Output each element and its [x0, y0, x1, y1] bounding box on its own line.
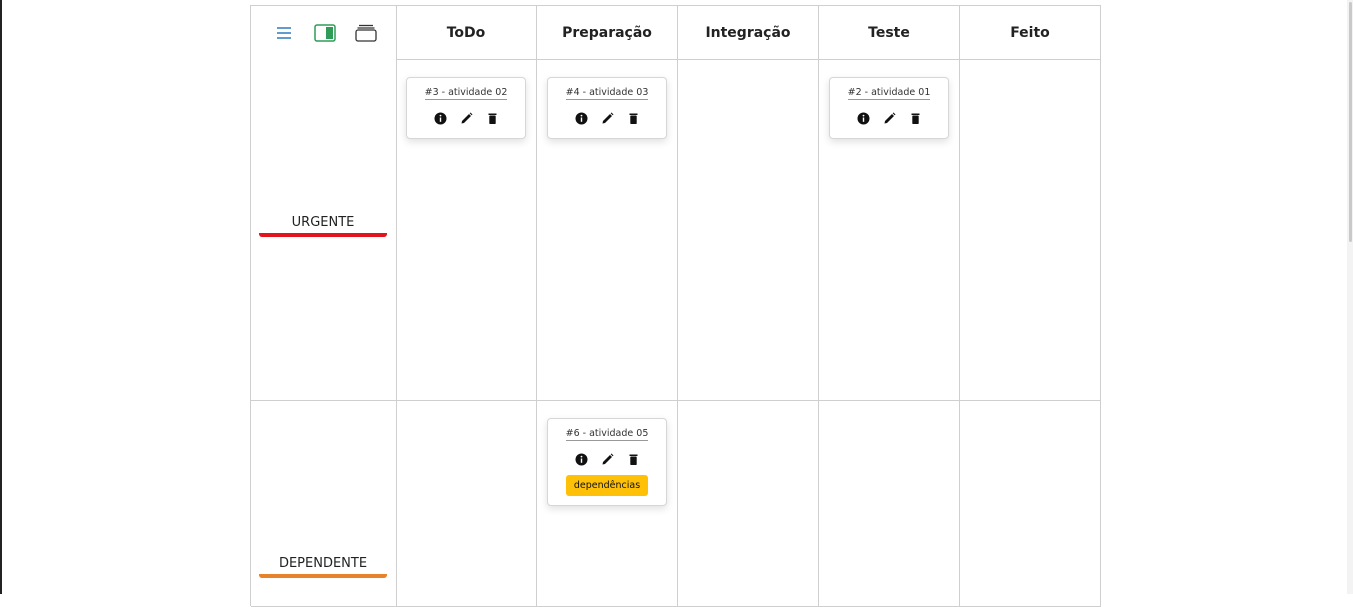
row-header-dependente: DEPENDENTE [251, 401, 397, 607]
info-icon[interactable] [857, 112, 870, 125]
column-header-todo: ToDo [396, 6, 537, 60]
cell-dependente-feito [960, 401, 1101, 607]
cell-urgente-preparacao: #4 - atividade 03 [537, 60, 678, 401]
dependencies-button[interactable]: dependências [565, 475, 649, 496]
task-card[interactable]: #2 - atividade 01 [829, 77, 949, 139]
window-edge [0, 0, 2, 594]
task-card[interactable]: #3 - atividade 02 [406, 77, 526, 139]
task-title[interactable]: #3 - atividade 02 [424, 87, 508, 100]
cell-dependente-integracao [678, 401, 819, 607]
split-panel-icon[interactable] [314, 23, 336, 43]
cell-urgente-todo: #3 - atividade 02 [396, 60, 537, 401]
cell-urgente-teste: #2 - atividade 01 [819, 60, 960, 401]
board-corner [251, 6, 397, 60]
kanban-board: ToDo Preparação Integração Teste Feito U… [250, 5, 1101, 607]
view-switcher [273, 23, 377, 43]
scrollbar-thumb[interactable] [1349, 2, 1352, 242]
delete-icon[interactable] [627, 112, 640, 125]
column-header-preparacao: Preparação [537, 6, 678, 60]
cell-dependente-preparacao: #6 - atividade 05 dependências [537, 401, 678, 607]
info-icon[interactable] [575, 112, 588, 125]
task-card[interactable]: #4 - atividade 03 [547, 77, 667, 139]
column-header-teste: Teste [819, 6, 960, 60]
list-view-icon[interactable] [273, 23, 295, 43]
task-title[interactable]: #4 - atividade 03 [565, 87, 649, 100]
cell-dependente-teste [819, 401, 960, 607]
row-label-dependente: DEPENDENTE [259, 556, 387, 578]
info-icon[interactable] [434, 112, 447, 125]
edit-icon[interactable] [601, 112, 614, 125]
cell-urgente-integracao [678, 60, 819, 401]
edit-icon[interactable] [601, 453, 614, 466]
column-header-feito: Feito [960, 6, 1101, 60]
row-label-urgente: URGENTE [259, 215, 387, 237]
row-header-urgente: URGENTE [251, 60, 397, 401]
task-title[interactable]: #6 - atividade 05 [565, 428, 649, 441]
task-card[interactable]: #6 - atividade 05 dependências [547, 418, 667, 506]
task-title[interactable]: #2 - atividade 01 [847, 87, 931, 100]
info-icon[interactable] [575, 453, 588, 466]
edit-icon[interactable] [460, 112, 473, 125]
stacked-layers-icon[interactable] [355, 23, 377, 43]
delete-icon[interactable] [627, 453, 640, 466]
delete-icon[interactable] [486, 112, 499, 125]
delete-icon[interactable] [909, 112, 922, 125]
cell-dependente-todo [396, 401, 537, 607]
vertical-scrollbar[interactable] [1347, 0, 1353, 594]
edit-icon[interactable] [883, 112, 896, 125]
cell-urgente-feito [960, 60, 1101, 401]
column-header-integracao: Integração [678, 6, 819, 60]
